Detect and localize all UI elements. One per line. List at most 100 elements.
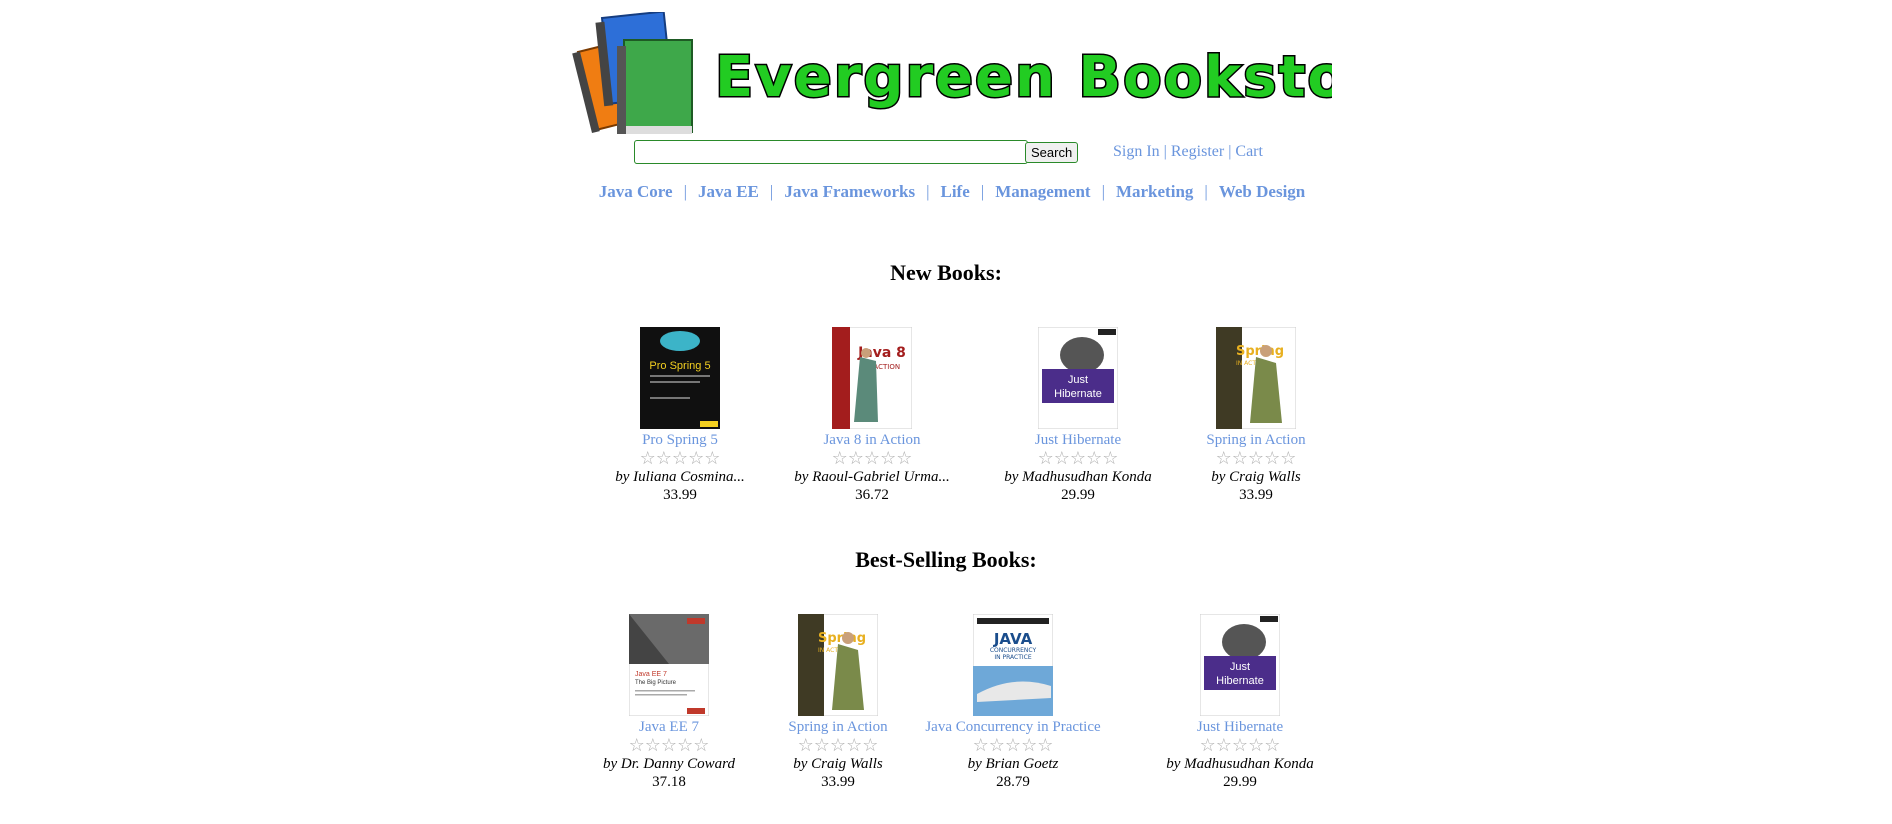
category-marketing[interactable]: Marketing <box>1116 182 1193 201</box>
book-title-link[interactable]: Java 8 in Action <box>772 432 972 449</box>
book-cover-image[interactable]: Java EE 7 The Big Picture <box>629 614 709 716</box>
register-link[interactable]: Register <box>1171 143 1224 160</box>
svg-text:CONCURRENCY: CONCURRENCY <box>990 647 1037 654</box>
book-price: 29.99 <box>1223 774 1257 790</box>
svg-text:Pro Spring 5: Pro Spring 5 <box>649 360 710 372</box>
empty-star-icon: ☆ <box>1053 448 1070 469</box>
empty-star-icon: ☆ <box>1037 735 1054 756</box>
book-title-link[interactable]: Just Hibernate <box>978 432 1178 449</box>
search-input[interactable] <box>634 140 1028 164</box>
empty-star-icon: ☆ <box>846 735 863 756</box>
empty-star-icon: ☆ <box>1231 448 1248 469</box>
empty-star-icon: ☆ <box>1248 735 1265 756</box>
empty-star-icon: ☆ <box>797 735 814 756</box>
book-title-link[interactable]: Java Concurrency in Practice <box>913 719 1113 736</box>
rating-stars: ☆☆☆☆☆ <box>738 736 938 755</box>
book-author: by Brian Goetz <box>967 756 1059 772</box>
nav-separator: | <box>683 182 687 201</box>
empty-star-icon: ☆ <box>1264 448 1281 469</box>
book-author: by Madhusudhan Konda <box>1166 756 1314 772</box>
empty-star-icon: ☆ <box>1086 448 1103 469</box>
rating-stars: ☆☆☆☆☆ <box>580 449 780 468</box>
book-card: Java 8 IN ACTION Java 8 in Action ☆☆☆☆☆ … <box>772 327 972 504</box>
category-life[interactable]: Life <box>941 182 970 201</box>
empty-star-icon: ☆ <box>988 735 1005 756</box>
book-cover-image[interactable]: Just Hibernate <box>1200 614 1280 716</box>
empty-star-icon: ☆ <box>639 448 656 469</box>
cart-link[interactable]: Cart <box>1235 143 1263 160</box>
rating-stars: ☆☆☆☆☆ <box>913 736 1113 755</box>
empty-star-icon: ☆ <box>644 735 661 756</box>
empty-star-icon: ☆ <box>1215 448 1232 469</box>
empty-star-icon: ☆ <box>1247 448 1265 469</box>
empty-star-icon: ☆ <box>671 448 689 469</box>
nav-separator: | <box>926 182 930 201</box>
svg-text:IN PRACTICE: IN PRACTICE <box>994 654 1032 661</box>
category-java-core[interactable]: Java Core <box>599 182 673 201</box>
nav-separator: | <box>1204 182 1208 201</box>
category-web-design[interactable]: Web Design <box>1219 182 1305 201</box>
separator: | <box>1228 143 1232 160</box>
book-cover-image[interactable]: Just Hibernate <box>1038 327 1118 429</box>
empty-star-icon: ☆ <box>1004 735 1022 756</box>
empty-star-icon: ☆ <box>896 448 913 469</box>
category-management[interactable]: Management <box>995 182 1090 201</box>
new-books-heading: New Books: <box>890 260 1002 285</box>
search-bar: Search Sign In | Register | Cart <box>0 140 1892 166</box>
book-price: 33.99 <box>1239 487 1273 503</box>
category-nav: Java Core | Java EE | Java Frameworks | Life | M… <box>572 182 1332 202</box>
svg-text:The Big Picture: The Big Picture <box>635 680 677 686</box>
empty-star-icon: ☆ <box>829 735 847 756</box>
logo-text: Evergreen Bookstore <box>715 45 1332 110</box>
svg-text:Java EE 7: Java EE 7 <box>635 671 667 678</box>
empty-star-icon: ☆ <box>1102 448 1119 469</box>
book-cover-image[interactable]: Pro Spring 5 <box>640 327 720 429</box>
empty-star-icon: ☆ <box>1199 735 1216 756</box>
empty-star-icon: ☆ <box>862 735 879 756</box>
category-java-frameworks[interactable]: Java Frameworks <box>784 182 915 201</box>
rating-stars: ☆☆☆☆☆ <box>978 449 1178 468</box>
empty-star-icon: ☆ <box>880 448 897 469</box>
rating-stars: ☆☆☆☆☆ <box>1156 449 1356 468</box>
empty-star-icon: ☆ <box>1264 735 1281 756</box>
book-price: 33.99 <box>821 774 855 790</box>
book-title-link[interactable]: Pro Spring 5 <box>580 432 780 449</box>
svg-text:Hibernate: Hibernate <box>1054 388 1102 400</box>
category-java-ee[interactable]: Java EE <box>698 182 759 201</box>
search-button[interactable]: Search <box>1025 142 1079 163</box>
empty-star-icon: ☆ <box>655 448 672 469</box>
empty-star-icon: ☆ <box>863 448 881 469</box>
book-cover-image[interactable]: JAVA CONCURRENCY IN PRACTICE <box>973 614 1053 716</box>
book-card: JAVA CONCURRENCY IN PRACTICE Java Concur… <box>913 614 1113 791</box>
nav-separator: | <box>980 182 985 201</box>
book-title-link[interactable]: Spring in Action <box>738 719 938 736</box>
empty-star-icon: ☆ <box>693 735 710 756</box>
rating-stars: ☆☆☆☆☆ <box>772 449 972 468</box>
rating-stars: ☆☆☆☆☆ <box>1140 736 1340 755</box>
empty-star-icon: ☆ <box>660 735 678 756</box>
book-author: by Madhusudhan Konda <box>1004 469 1152 485</box>
book-price: 36.72 <box>855 487 889 503</box>
empty-star-icon: ☆ <box>1215 735 1232 756</box>
book-title-link[interactable]: Just Hibernate <box>1140 719 1340 736</box>
book-cover-image[interactable]: Spring IN ACTION <box>798 614 878 716</box>
book-author: by Craig Walls <box>1211 469 1301 485</box>
book-cover-image[interactable]: Spring IN ACTION <box>1216 327 1296 429</box>
empty-star-icon: ☆ <box>1069 448 1087 469</box>
empty-star-icon: ☆ <box>628 735 645 756</box>
nav-separator: | <box>769 182 774 201</box>
book-cover-image[interactable]: Java 8 IN ACTION <box>832 327 912 429</box>
separator: | <box>1163 143 1167 160</box>
books-logo-icon: Evergreen Bookstore <box>572 12 1332 134</box>
book-card: Just Hibernate Just Hibernate ☆☆☆☆☆ by M… <box>1140 614 1340 791</box>
empty-star-icon: ☆ <box>704 448 721 469</box>
empty-star-icon: ☆ <box>1231 735 1249 756</box>
empty-star-icon: ☆ <box>688 448 705 469</box>
nav-separator: | <box>1101 182 1105 201</box>
sign-in-link[interactable]: Sign In <box>1113 143 1160 160</box>
book-title-link[interactable]: Spring in Action <box>1156 432 1356 449</box>
book-card: Just Hibernate Just Hibernate ☆☆☆☆☆ by M… <box>978 327 1178 504</box>
svg-text:Hibernate: Hibernate <box>1216 675 1264 687</box>
store-logo[interactable]: Evergreen Bookstore <box>572 12 1332 138</box>
book-author: by Iuliana Cosmina... <box>615 469 745 485</box>
